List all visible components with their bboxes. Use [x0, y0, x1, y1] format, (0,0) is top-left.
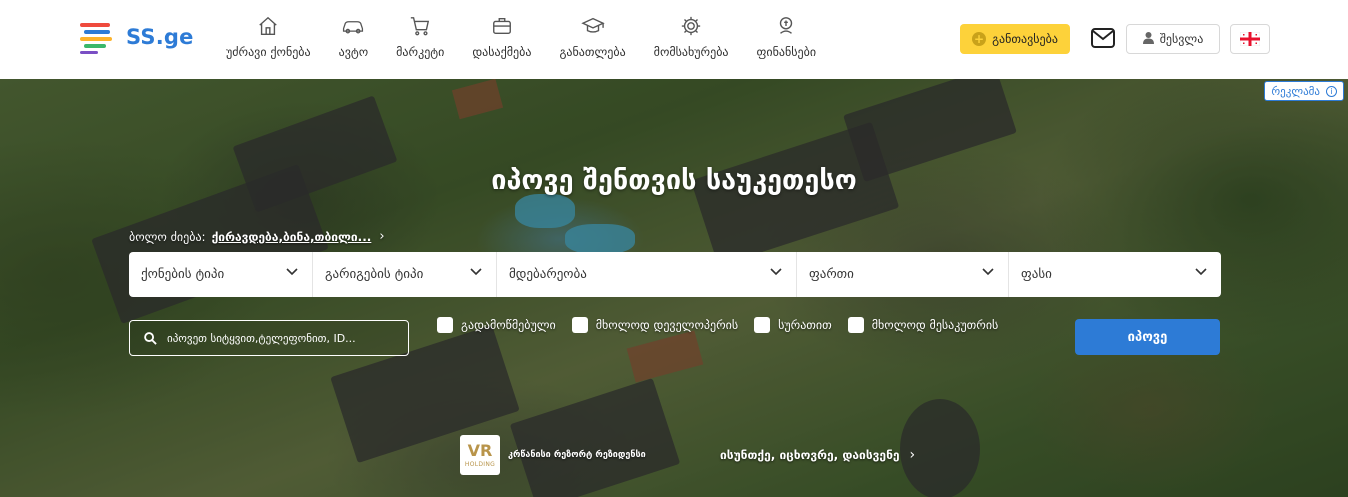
- checkbox-box[interactable]: [754, 317, 771, 333]
- nav-item-finance[interactable]: ფინანსები: [743, 14, 831, 64]
- filter-area[interactable]: ფართი: [797, 252, 1009, 297]
- ad-label: რეკლამა: [1271, 84, 1320, 98]
- house-icon: [256, 14, 280, 38]
- chevron-right-icon: ›: [909, 447, 916, 463]
- briefcase-icon: [490, 14, 514, 38]
- ad-badge[interactable]: რეკლამა i: [1264, 81, 1344, 101]
- language-button[interactable]: [1230, 24, 1270, 54]
- graduation-cap-icon: [580, 14, 605, 38]
- plus-icon: +: [972, 32, 987, 46]
- finance-icon: [774, 14, 798, 38]
- login-button[interactable]: შესვლა: [1126, 24, 1220, 54]
- login-label: შესვლა: [1159, 32, 1204, 46]
- chevron-down-icon: [770, 268, 782, 276]
- nav-item-market[interactable]: მარკეტი: [382, 14, 458, 64]
- header: SS.ge უძრავი ქონება ავტო მარკეტი დასაქმე…: [0, 0, 1348, 79]
- add-listing-button[interactable]: + განთავსება: [960, 24, 1070, 54]
- logo[interactable]: SS.ge: [80, 20, 194, 54]
- recent-search-link[interactable]: ქირავდება,ბინა,თბილი...: [212, 230, 372, 244]
- nav-label: უძრავი ქონება: [226, 45, 311, 59]
- georgian-flag-icon: [1240, 32, 1260, 46]
- user-icon: [1142, 31, 1154, 47]
- checkbox-developer-only[interactable]: მხოლოდ დეველოპერის: [571, 317, 739, 333]
- hero-title: იპოვე შენთვის საუკეთესო: [491, 165, 857, 196]
- mail-icon[interactable]: [1090, 26, 1116, 50]
- logo-text: SS.ge: [126, 25, 194, 49]
- vr-holding-logo: VR HOLDING: [460, 435, 500, 475]
- recent-search-label: ბოლო ძიება:: [129, 229, 206, 244]
- logo-main-text: VR: [467, 440, 493, 460]
- checkbox-label: მხოლოდ დეველოპერის: [595, 318, 739, 332]
- chevron-down-icon: [982, 268, 994, 276]
- nav-label: ავტო: [338, 45, 369, 59]
- add-listing-label: განთავსება: [992, 32, 1058, 46]
- filter-label: ფასი: [1021, 267, 1052, 282]
- filter-price[interactable]: ფასი: [1009, 252, 1221, 297]
- chevron-down-icon: [1195, 268, 1207, 276]
- checkbox-label: სურათით: [778, 318, 832, 332]
- checkbox-with-photo[interactable]: სურათით: [754, 317, 832, 333]
- filter-location[interactable]: მდებარეობა: [497, 252, 797, 297]
- checkbox-owner-only[interactable]: მხოლოდ მესაკუთრის: [847, 317, 999, 333]
- chevron-down-icon: [470, 268, 482, 276]
- checkbox-label: მხოლოდ მესაკუთრის: [871, 318, 999, 332]
- filter-label: მდებარეობა: [509, 267, 587, 282]
- logo-sub-text: HOLDING: [464, 460, 496, 468]
- recent-search: ბოლო ძიება: ქირავდება,ბინა,თბილი... ›: [129, 229, 385, 244]
- checkbox-group: გადამოწმებული მხოლოდ დეველოპერის სურათით…: [437, 317, 1014, 333]
- info-icon: i: [1326, 85, 1337, 97]
- filter-bar: ქონების ტიპი გარიგების ტიპი მდებარეობა ფ…: [129, 252, 1221, 297]
- checkbox-verified[interactable]: გადამოწმებული: [437, 317, 556, 333]
- nav-label: მარკეტი: [396, 45, 445, 59]
- nav-item-education[interactable]: განათლება: [545, 14, 639, 64]
- nav-item-real-estate[interactable]: უძრავი ქონება: [212, 14, 325, 64]
- checkbox-box[interactable]: [571, 317, 588, 333]
- nav-label: მომსახურება: [653, 45, 729, 59]
- nav-item-services[interactable]: მომსახურება: [640, 14, 743, 64]
- gear-icon: [679, 14, 703, 38]
- filter-label: გარიგების ტიპი: [325, 267, 424, 282]
- hero-banner: რეკლამა i იპოვე შენთვის საუკეთესო ბოლო ძ…: [0, 79, 1348, 497]
- nav-item-auto[interactable]: ავტო: [325, 14, 383, 64]
- nav-label: ფინანსები: [756, 45, 817, 59]
- filter-label: ქონების ტიპი: [141, 267, 225, 282]
- checkbox-box[interactable]: [847, 317, 864, 333]
- find-button[interactable]: იპოვე: [1075, 319, 1220, 355]
- nav-label: განათლება: [559, 45, 626, 59]
- search-input[interactable]: იპოვეთ სიტყვით,ტელეფონით, ID...: [129, 320, 409, 356]
- checkbox-box[interactable]: [437, 317, 453, 333]
- promo-tagline[interactable]: ისუნთქე, იცხოვრე, დაისვენე: [720, 448, 900, 462]
- filter-property-type[interactable]: ქონების ტიპი: [129, 252, 313, 297]
- filter-deal-type[interactable]: გარიგების ტიპი: [313, 252, 497, 297]
- chevron-right-icon: ›: [379, 229, 385, 244]
- filter-label: ფართი: [809, 267, 854, 282]
- nav-label: დასაქმება: [472, 45, 532, 59]
- logo-bars-icon: [80, 21, 116, 54]
- chevron-down-icon: [286, 268, 298, 276]
- nav-item-jobs[interactable]: დასაქმება: [458, 14, 545, 64]
- car-icon: [341, 14, 365, 38]
- promo-banner[interactable]: VR HOLDING კრწანისი რეზორტ რეზიდენსი ისუ…: [460, 435, 915, 475]
- checkbox-label: გადამოწმებული: [461, 318, 556, 332]
- search-icon: [144, 331, 157, 345]
- cart-icon: [408, 14, 432, 38]
- promo-name: კრწანისი რეზორტ რეზიდენსი: [508, 449, 646, 460]
- search-placeholder: იპოვეთ სიტყვით,ტელეფონით, ID...: [167, 331, 356, 345]
- main-nav: უძრავი ქონება ავტო მარკეტი დასაქმება გან…: [212, 14, 830, 64]
